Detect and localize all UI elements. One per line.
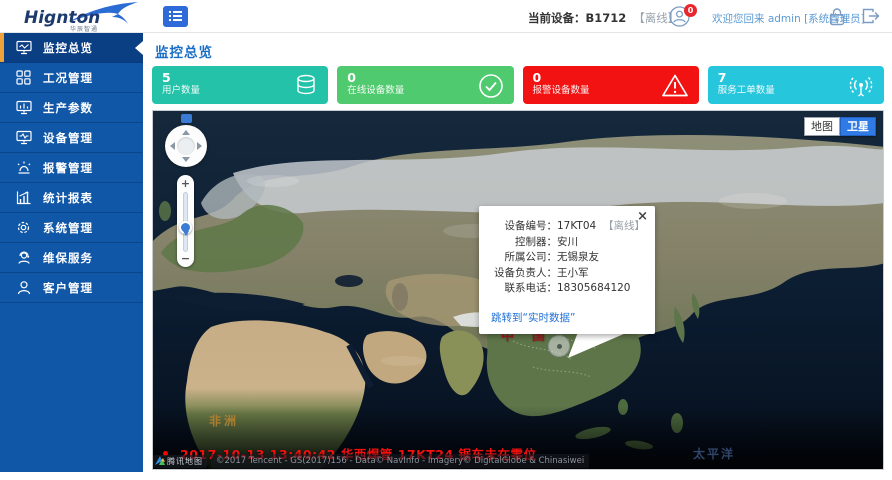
top-header: Hignton 华辰智通 当前设备：B1712 【离线】 0 欢迎您回来 adm… bbox=[0, 0, 892, 33]
sidebar-item-device-mgmt[interactable]: 设备管理 bbox=[0, 123, 143, 153]
check-circle-icon bbox=[478, 73, 504, 103]
sidebar-nav: 监控总览 工况管理 生产参数 设备管理 报警管理 统计报表 系统管理 维保服务 bbox=[0, 33, 143, 472]
logout-button[interactable] bbox=[861, 7, 880, 29]
sidebar-item-label: 统计报表 bbox=[43, 190, 93, 206]
pan-right-icon[interactable] bbox=[197, 142, 202, 150]
map-attribution: 腾讯地图 ©2017 Tencent - GS(2017)156 - Data©… bbox=[153, 454, 589, 468]
current-device-value: B1712 bbox=[586, 11, 627, 25]
sidebar-item-system-mgmt[interactable]: 系统管理 bbox=[0, 213, 143, 243]
zoom-slider-thumb[interactable] bbox=[179, 221, 192, 234]
sidebar-item-label: 系统管理 bbox=[43, 220, 93, 236]
monitor-overview-icon bbox=[15, 40, 32, 55]
notification-badge: 0 bbox=[684, 4, 697, 17]
stat-card-alarm-devices[interactable]: 0 报警设备数量 bbox=[523, 66, 699, 104]
logo-subtext: 华辰智通 bbox=[70, 24, 98, 33]
device-info-popup: × 设备编号： 17KT04 【离线】 控制器： 安川 所属公司： 无锡泉友 设… bbox=[479, 206, 655, 334]
map-view-button[interactable]: 地图 bbox=[804, 117, 840, 136]
pan-down-icon[interactable] bbox=[182, 157, 190, 162]
sidebar-item-monitor-overview[interactable]: 监控总览 bbox=[0, 33, 143, 63]
grid-icon bbox=[15, 70, 32, 85]
sidebar-item-label: 报警管理 bbox=[43, 160, 93, 176]
broadcast-signal-icon bbox=[848, 73, 874, 103]
sidebar-item-maintenance-service[interactable]: 维保服务 bbox=[0, 243, 143, 273]
sidebar-item-condition-mgmt[interactable]: 工况管理 bbox=[0, 63, 143, 93]
popup-row: 控制器： 安川 bbox=[487, 235, 645, 251]
alarm-siren-icon bbox=[15, 160, 32, 175]
support-headset-icon bbox=[15, 250, 32, 265]
menu-toggle-button[interactable] bbox=[163, 6, 188, 27]
pan-up-icon[interactable] bbox=[182, 130, 190, 135]
device-monitor-icon bbox=[15, 130, 32, 145]
pan-left-icon[interactable] bbox=[170, 142, 175, 150]
map-zoom-control[interactable]: + − bbox=[177, 175, 194, 267]
sidebar-item-label: 生产参数 bbox=[43, 100, 93, 116]
map-pan-control[interactable] bbox=[165, 125, 207, 167]
user-menu[interactable]: 0 bbox=[669, 6, 701, 28]
sidebar-item-label: 工况管理 bbox=[43, 70, 93, 86]
gear-icon bbox=[15, 220, 32, 235]
logout-icon bbox=[861, 7, 880, 25]
map-label-africa: 非洲 bbox=[209, 412, 239, 429]
popup-row: 设备编号： 17KT04 【离线】 bbox=[487, 219, 645, 235]
database-icon bbox=[294, 73, 318, 101]
sidebar-item-label: 客户管理 bbox=[43, 280, 93, 296]
map-3d-toggle-icon[interactable] bbox=[181, 114, 192, 123]
zoom-in-button[interactable]: + bbox=[177, 178, 194, 190]
map-label-pacific: 太平洋 bbox=[693, 445, 735, 462]
popup-row: 设备负责人： 王小军 bbox=[487, 266, 645, 282]
sidebar-item-statistics[interactable]: 统计报表 bbox=[0, 183, 143, 213]
sidebar-item-alarm-mgmt[interactable]: 报警管理 bbox=[0, 153, 143, 183]
bar-chart-icon bbox=[15, 190, 32, 205]
sidebar-item-production-params[interactable]: 生产参数 bbox=[0, 93, 143, 123]
pan-center-knob[interactable] bbox=[177, 137, 195, 155]
stat-card-online-devices[interactable]: 0 在线设备数量 bbox=[337, 66, 513, 104]
production-monitor-icon bbox=[15, 100, 32, 115]
sidebar-item-label: 监控总览 bbox=[43, 40, 93, 56]
zoom-out-button[interactable]: − bbox=[177, 253, 194, 265]
customer-person-icon bbox=[15, 280, 32, 295]
sidebar-item-label: 维保服务 bbox=[43, 250, 93, 266]
dashboard-root: Hignton 华辰智通 当前设备：B1712 【离线】 0 欢迎您回来 adm… bbox=[0, 0, 892, 480]
satellite-view-button[interactable]: 卫星 bbox=[840, 117, 876, 136]
realtime-data-link[interactable]: 跳转到“实时数据” bbox=[491, 310, 645, 325]
popup-row: 所属公司： 无锡泉友 bbox=[487, 250, 645, 266]
stat-cards-row: 5 用户数量 0 在线设备数量 0 报警设备数量 7 服务工单数量 bbox=[152, 66, 884, 104]
world-map[interactable]: 中国 非洲 太平洋 + − 地图 卫星 bbox=[152, 110, 884, 470]
tencent-map-icon bbox=[155, 456, 165, 466]
page-title: 监控总览 bbox=[155, 41, 213, 61]
current-device: 当前设备：B1712 【离线】 bbox=[528, 10, 679, 26]
sidebar-item-customer-mgmt[interactable]: 客户管理 bbox=[0, 273, 143, 303]
stat-card-users[interactable]: 5 用户数量 bbox=[152, 66, 328, 104]
current-device-label: 当前设备： bbox=[528, 11, 586, 25]
stat-card-service-orders[interactable]: 7 服务工单数量 bbox=[708, 66, 884, 104]
tencent-logo-badge: 腾讯地图 bbox=[153, 455, 207, 468]
popup-row: 联系电话： 18305684120 bbox=[487, 281, 645, 297]
warning-triangle-icon bbox=[661, 73, 689, 102]
lock-button[interactable] bbox=[828, 7, 846, 30]
lock-icon bbox=[828, 7, 846, 26]
close-icon[interactable]: × bbox=[637, 210, 648, 223]
sidebar-item-label: 设备管理 bbox=[43, 130, 93, 146]
attribution-text: ©2017 Tencent - GS(2017)156 - Data© NavI… bbox=[211, 454, 589, 468]
popup-tail bbox=[558, 332, 638, 372]
list-icon bbox=[169, 11, 182, 22]
brand-logo[interactable]: Hignton 华辰智通 bbox=[10, 2, 150, 32]
map-type-toggle: 地图 卫星 bbox=[804, 117, 876, 136]
